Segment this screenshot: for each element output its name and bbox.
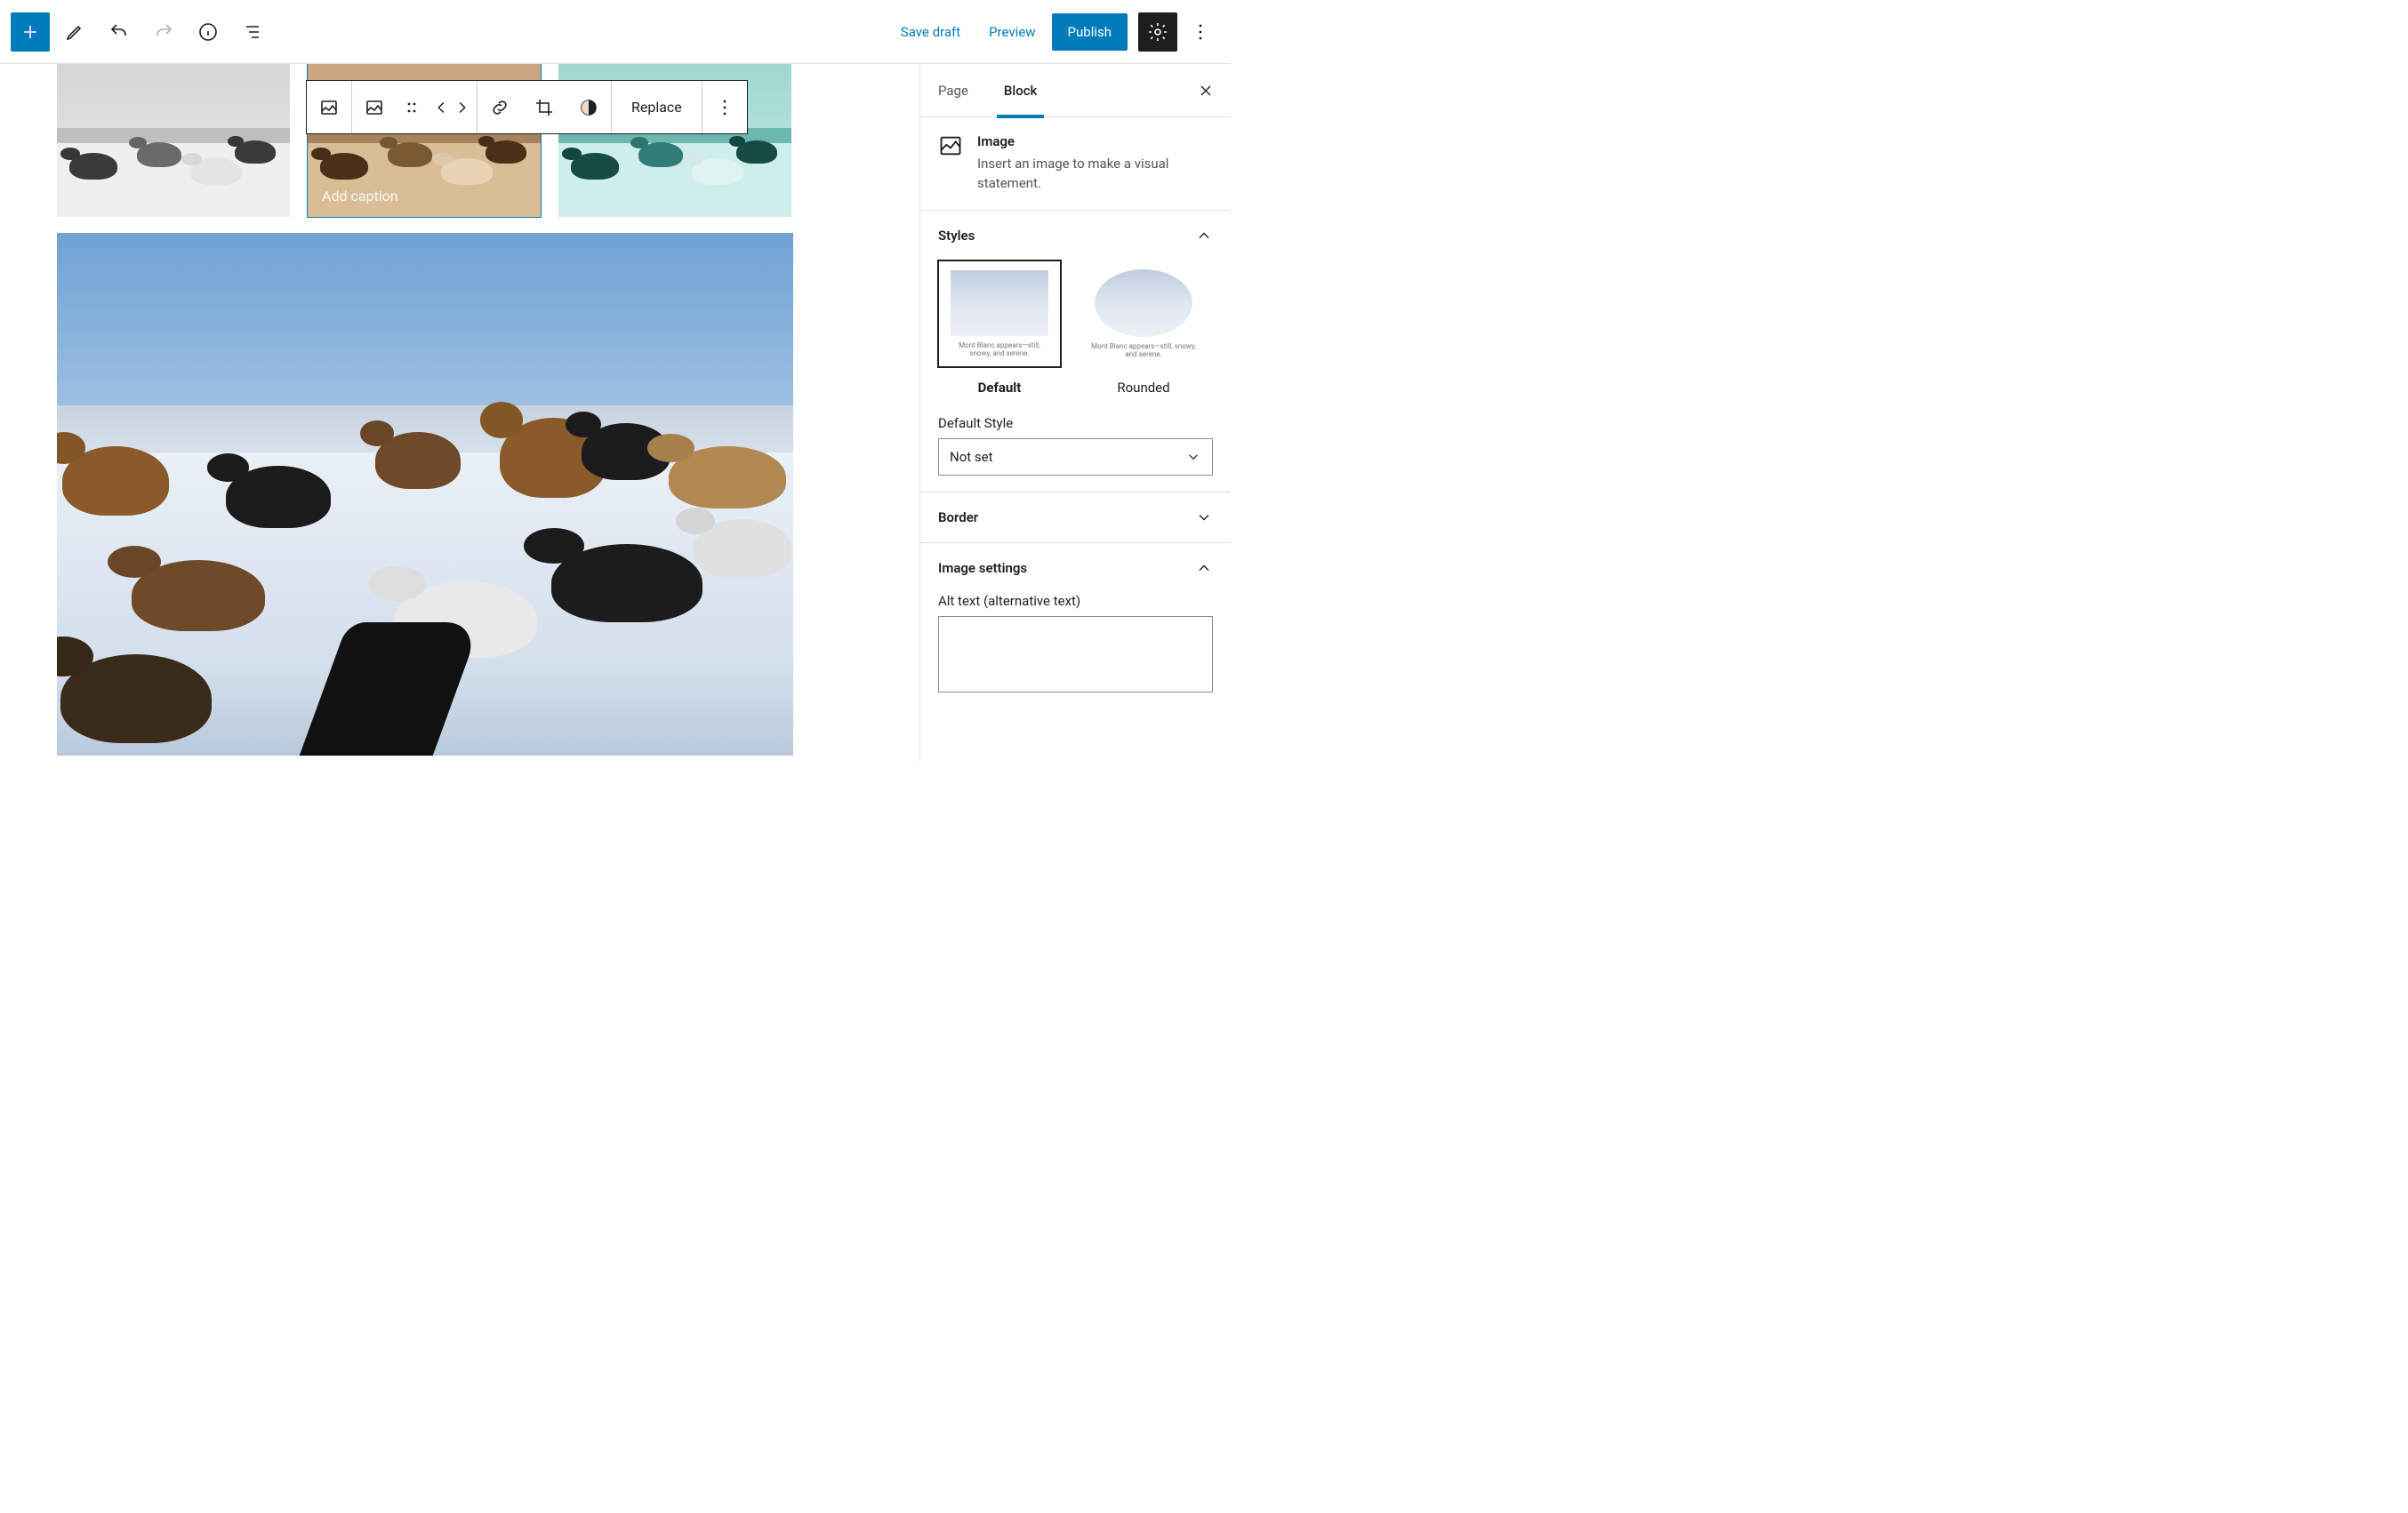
link-button[interactable] bbox=[478, 81, 522, 133]
block-description: Insert an image to make a visual stateme… bbox=[977, 155, 1213, 194]
parent-block-button[interactable] bbox=[307, 81, 351, 133]
chevron-up-icon bbox=[1195, 227, 1213, 244]
add-block-button[interactable] bbox=[11, 12, 50, 52]
panel-image-settings-toggle[interactable]: Image settings bbox=[938, 559, 1213, 577]
list-view-icon bbox=[242, 21, 263, 43]
panel-border-toggle[interactable]: Border bbox=[938, 508, 1213, 526]
info-button[interactable] bbox=[189, 12, 228, 52]
default-style-label: Default Style bbox=[938, 415, 1213, 431]
toolbar-left-group bbox=[11, 12, 272, 52]
undo-icon bbox=[108, 21, 130, 43]
info-icon bbox=[197, 21, 219, 43]
style-label: Default bbox=[938, 380, 1061, 396]
block-more-button[interactable] bbox=[702, 81, 747, 133]
style-preview-caption: Mont Blanc appears—still, snowy, and ser… bbox=[1091, 342, 1196, 358]
panel-label: Styles bbox=[938, 228, 975, 244]
block-type-button[interactable] bbox=[352, 81, 397, 133]
style-rounded[interactable]: Mont Blanc appears—still, snowy, and ser… bbox=[1082, 260, 1205, 396]
image-icon bbox=[318, 97, 340, 118]
toolbar-right-group: Save draft Preview Publish bbox=[888, 12, 1220, 52]
outline-button[interactable] bbox=[233, 12, 272, 52]
kebab-icon bbox=[714, 97, 735, 118]
duotone-button[interactable] bbox=[566, 81, 611, 133]
chevron-right-icon bbox=[452, 97, 471, 118]
tools-button[interactable] bbox=[55, 12, 94, 52]
style-default[interactable]: Mont Blanc appears—still, snowy, and ser… bbox=[938, 260, 1061, 396]
tab-page[interactable]: Page bbox=[920, 64, 986, 117]
panel-label: Image settings bbox=[938, 560, 1027, 576]
chevron-down-icon bbox=[1195, 508, 1213, 526]
panel-styles-toggle[interactable]: Styles bbox=[938, 227, 1213, 244]
link-icon bbox=[489, 97, 510, 118]
plus-icon bbox=[20, 21, 41, 43]
panel-styles: Styles Mont Blanc appears—still, snowy, … bbox=[920, 211, 1231, 492]
chevron-down-icon bbox=[1185, 449, 1201, 465]
panel-label: Border bbox=[938, 509, 978, 525]
alt-text-input[interactable] bbox=[938, 616, 1213, 692]
crop-button[interactable] bbox=[522, 81, 566, 133]
redo-button[interactable] bbox=[144, 12, 183, 52]
block-toolbar: Replace bbox=[306, 80, 748, 134]
tab-block[interactable]: Block bbox=[986, 64, 1055, 117]
sidebar-tabs: Page Block bbox=[920, 64, 1231, 117]
image-icon bbox=[938, 133, 963, 158]
replace-button[interactable]: Replace bbox=[612, 81, 702, 133]
drag-icon bbox=[401, 97, 422, 118]
caption-placeholder[interactable]: Add caption bbox=[322, 188, 398, 204]
move-right-button[interactable] bbox=[452, 97, 471, 118]
settings-button[interactable] bbox=[1138, 12, 1177, 52]
close-icon bbox=[1197, 82, 1215, 100]
kebab-icon bbox=[1190, 21, 1211, 43]
chevron-left-icon bbox=[432, 97, 452, 118]
panel-image-settings: Image settings Alt text (alternative tex… bbox=[920, 543, 1231, 712]
image-block-1[interactable] bbox=[57, 64, 290, 217]
gear-icon bbox=[1147, 21, 1168, 43]
editor-canvas: Add caption bbox=[0, 64, 919, 761]
redo-icon bbox=[153, 21, 174, 43]
crop-icon bbox=[534, 97, 555, 118]
more-options-button[interactable] bbox=[1181, 12, 1220, 52]
close-sidebar-button[interactable] bbox=[1188, 82, 1224, 100]
move-left-button[interactable] bbox=[432, 97, 452, 118]
block-card: Image Insert an image to make a visual s… bbox=[920, 117, 1231, 211]
chevron-up-icon bbox=[1195, 559, 1213, 577]
drag-handle[interactable] bbox=[397, 81, 427, 133]
block-title: Image bbox=[977, 133, 1213, 149]
select-value: Not set bbox=[950, 449, 993, 465]
undo-button[interactable] bbox=[100, 12, 139, 52]
block-mover bbox=[427, 81, 477, 133]
image-icon bbox=[364, 97, 385, 118]
default-style-select[interactable]: Not set bbox=[938, 438, 1213, 476]
save-draft-button[interactable]: Save draft bbox=[888, 15, 973, 49]
alt-text-label: Alt text (alternative text) bbox=[938, 593, 1213, 609]
style-preview-caption: Mont Blanc appears—still, snowy, and ser… bbox=[948, 341, 1051, 357]
style-label: Rounded bbox=[1082, 380, 1205, 396]
publish-button[interactable]: Publish bbox=[1052, 13, 1128, 51]
editor-top-toolbar: Save draft Preview Publish bbox=[0, 0, 1231, 64]
duotone-icon bbox=[578, 97, 599, 118]
pencil-icon bbox=[64, 21, 85, 43]
panel-border: Border bbox=[920, 492, 1231, 543]
settings-sidebar: Page Block Image Insert an image to make… bbox=[919, 64, 1231, 761]
image-block-large[interactable] bbox=[57, 233, 793, 756]
preview-button[interactable]: Preview bbox=[976, 15, 1047, 49]
